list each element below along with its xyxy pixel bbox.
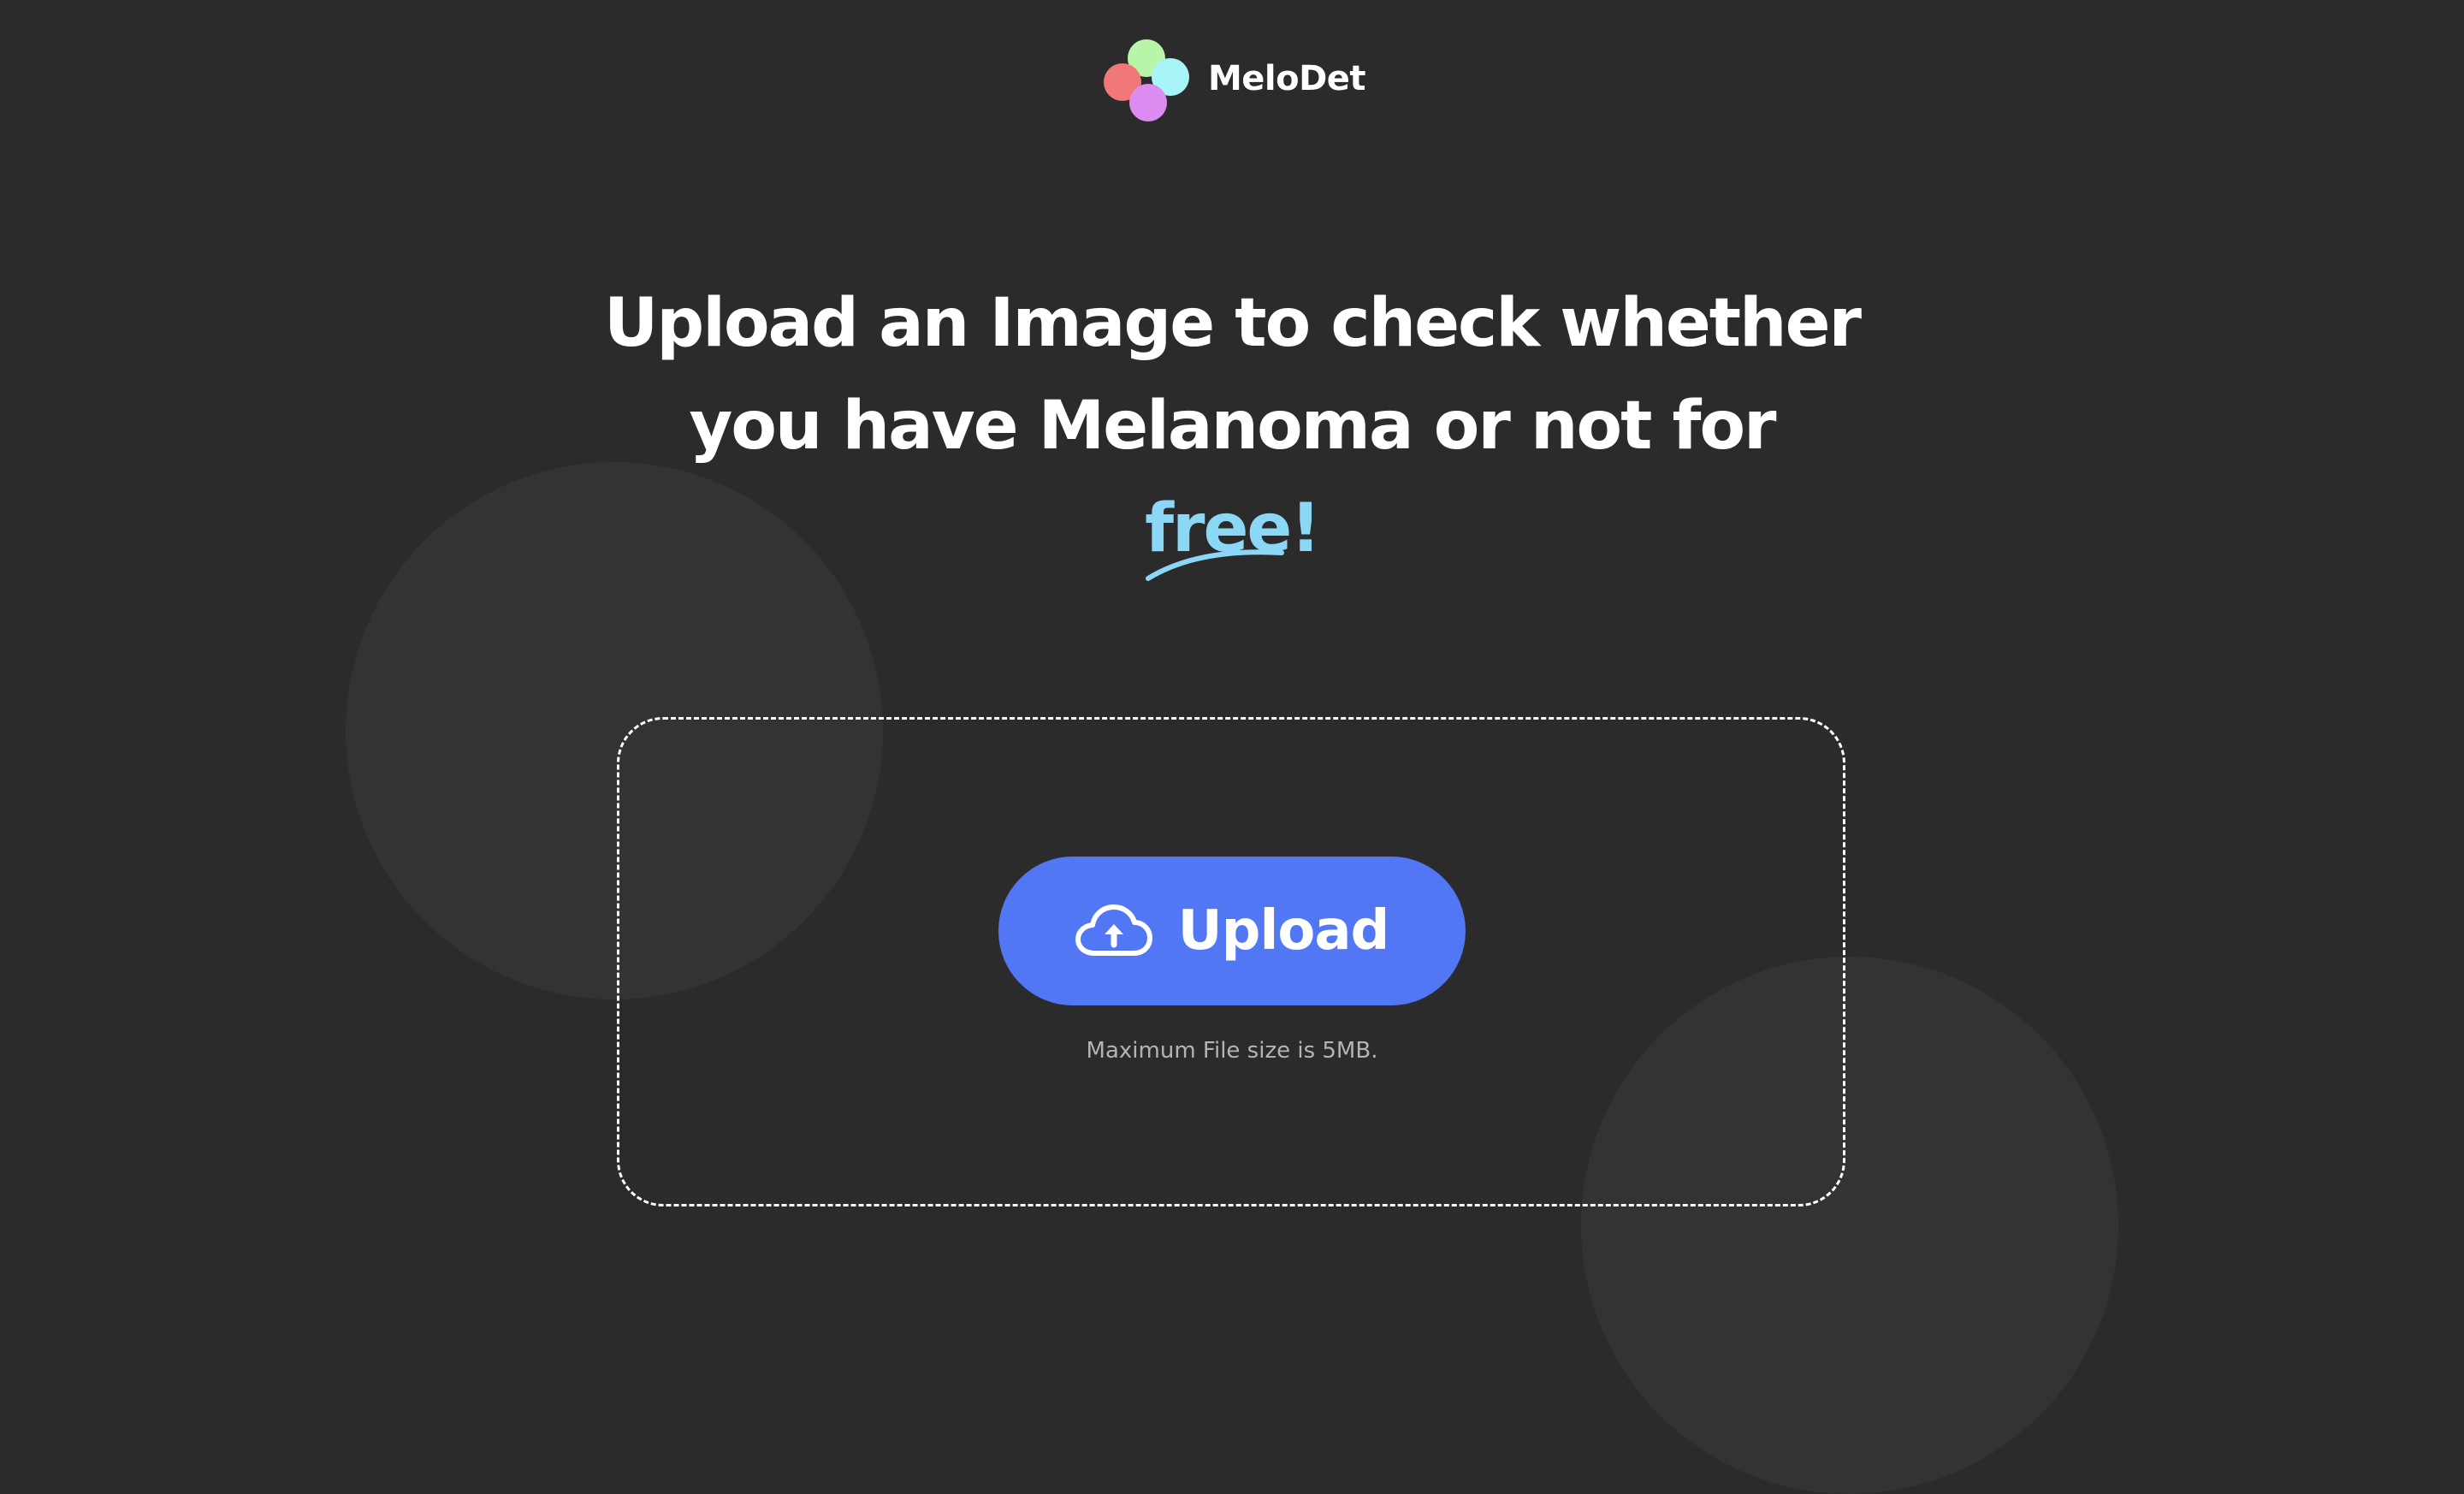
logo-dot-purple bbox=[1128, 84, 1167, 122]
upload-button-label: Upload bbox=[1177, 899, 1390, 963]
headline: Upload an Image to check whether you hav… bbox=[548, 272, 1916, 581]
header: MeloDet bbox=[0, 34, 2464, 123]
headline-line-3: free ! bbox=[548, 477, 1916, 581]
brand-name: MeloDet bbox=[1207, 59, 1366, 98]
cloud-upload-icon bbox=[1075, 904, 1152, 958]
upload-button[interactable]: Upload bbox=[998, 857, 1466, 1005]
file-size-hint: Maximum File size is 5MB. bbox=[1086, 1038, 1378, 1064]
headline-line-1: Upload an Image to check whether bbox=[604, 285, 1862, 362]
logo-mark-icon bbox=[1103, 36, 1189, 122]
headline-line-2: you have Melanoma or not for bbox=[689, 388, 1776, 465]
underline-squiggle-icon bbox=[1146, 549, 1285, 581]
free-highlight: free bbox=[1145, 477, 1292, 581]
logo[interactable]: MeloDet bbox=[1103, 36, 1366, 122]
